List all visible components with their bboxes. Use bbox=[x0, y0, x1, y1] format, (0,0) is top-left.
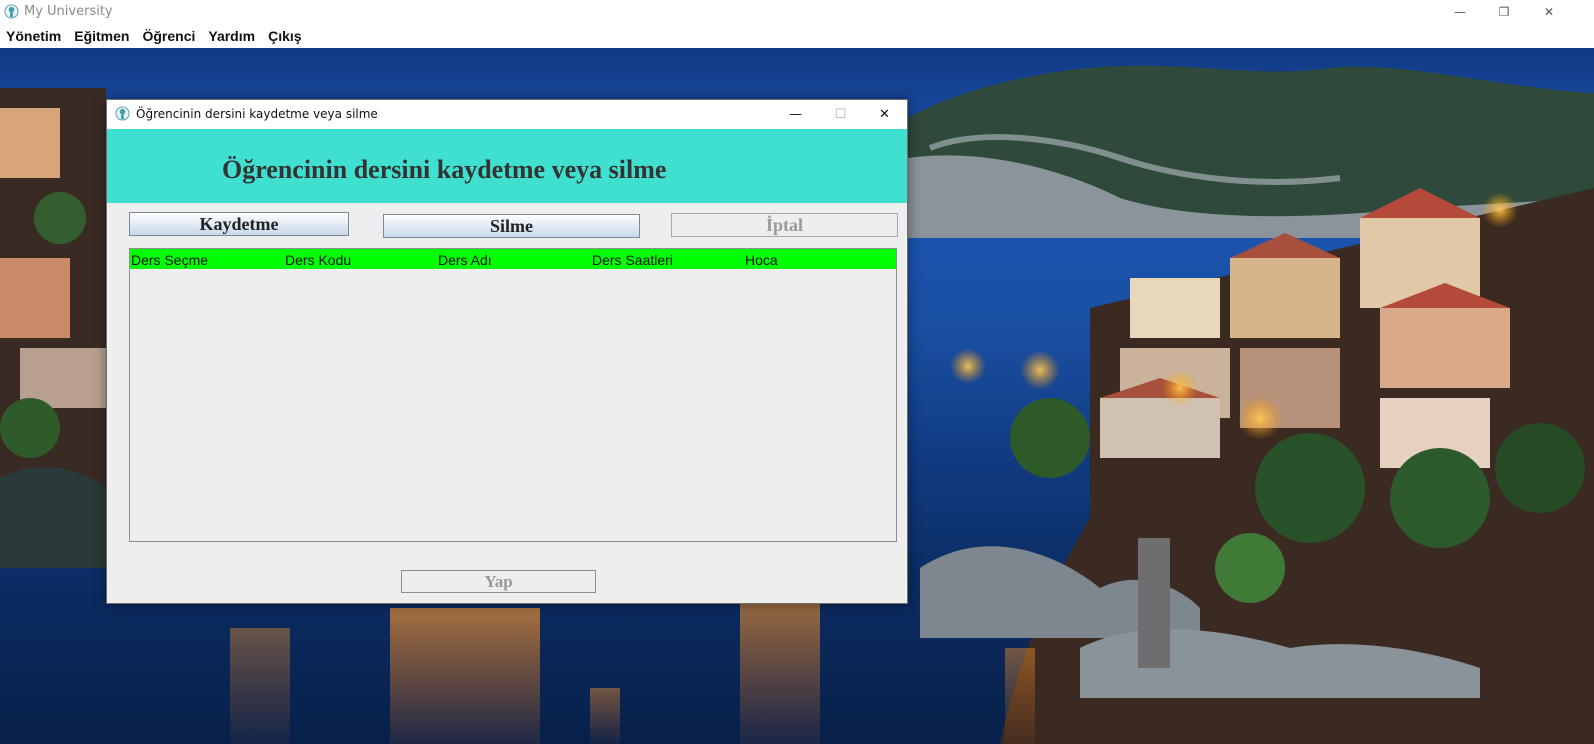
close-button[interactable]: ✕ bbox=[1526, 0, 1572, 24]
column-header-hoca[interactable]: Hoca bbox=[745, 252, 778, 268]
dialog-close-button[interactable]: ✕ bbox=[862, 100, 907, 129]
table-header: Ders Seçme Ders Kodu Ders Adı Ders Saatl… bbox=[130, 249, 896, 269]
menu-egitmen[interactable]: Eğitmen bbox=[74, 28, 129, 44]
minimize-button[interactable]: — bbox=[1437, 0, 1483, 24]
dialog-heading: Öğrencinin dersini kaydetme veya silme bbox=[222, 155, 667, 184]
dialog-title: Öğrencinin dersini kaydetme veya silme bbox=[136, 107, 378, 121]
menu-cikis[interactable]: Çıkış bbox=[268, 28, 301, 44]
restore-button[interactable]: ❐ bbox=[1481, 0, 1527, 24]
menu-yonetim[interactable]: Yönetim bbox=[6, 28, 61, 44]
dialog-icon bbox=[115, 106, 130, 121]
silme-button[interactable]: Silme bbox=[383, 214, 640, 238]
app-icon bbox=[4, 4, 19, 19]
iptal-button[interactable]: İptal bbox=[671, 213, 898, 237]
yap-button[interactable]: Yap bbox=[401, 570, 596, 593]
dialog-banner: Öğrencinin dersini kaydetme veya silme bbox=[107, 129, 907, 203]
app-title: My University bbox=[24, 4, 113, 19]
course-dialog: Öğrencinin dersini kaydetme veya silme —… bbox=[106, 99, 908, 604]
dialog-maximize-button[interactable]: ☐ bbox=[818, 100, 863, 129]
menubar: Yönetim Eğitmen Öğrenci Yardım Çıkış bbox=[0, 24, 1594, 48]
kaydetme-button[interactable]: Kaydetme bbox=[129, 212, 349, 236]
course-table[interactable]: Ders Seçme Ders Kodu Ders Adı Ders Saatl… bbox=[129, 248, 897, 542]
column-header-ders-adi[interactable]: Ders Adı bbox=[438, 252, 492, 268]
column-header-ders-saatleri[interactable]: Ders Saatleri bbox=[592, 252, 673, 268]
menu-yardim[interactable]: Yardım bbox=[208, 28, 255, 44]
menu-ogrenci[interactable]: Öğrenci bbox=[142, 28, 195, 44]
column-header-ders-kodu[interactable]: Ders Kodu bbox=[285, 252, 351, 268]
app-titlebar: My University — ❐ ✕ bbox=[0, 0, 1594, 24]
dialog-minimize-button[interactable]: — bbox=[773, 100, 818, 129]
dialog-titlebar: Öğrencinin dersini kaydetme veya silme —… bbox=[107, 100, 907, 129]
column-header-ders-secme[interactable]: Ders Seçme bbox=[131, 252, 208, 268]
